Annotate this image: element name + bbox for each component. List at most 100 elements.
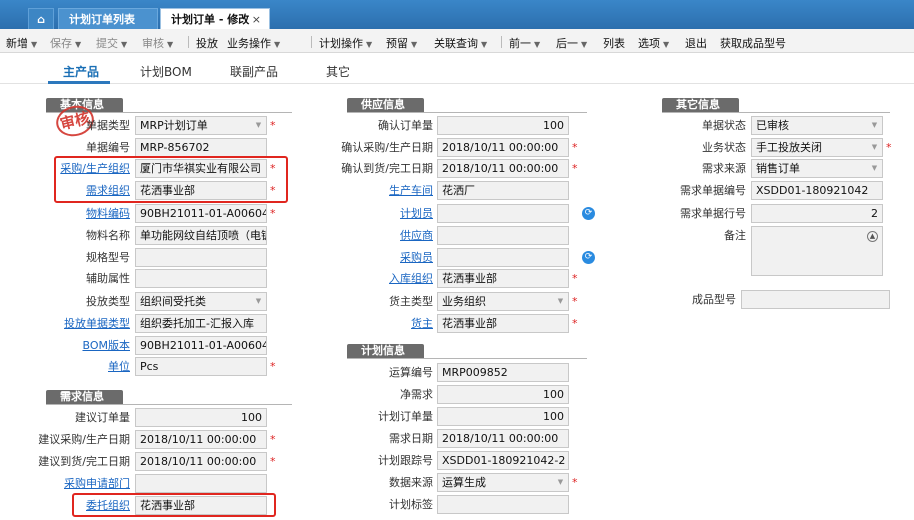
plan-tag-field[interactable] (437, 495, 569, 514)
buyer-field[interactable] (437, 248, 569, 267)
close-icon[interactable]: × (252, 9, 261, 30)
demand-date-field[interactable]: 2018/10/11 00:00:00 (437, 429, 569, 448)
new-button[interactable]: 新增 ▼ (6, 35, 37, 51)
biz-status-value: 手工投放关闭 (756, 141, 822, 154)
doc-type-select[interactable]: MRP计划订单 ▼ (135, 116, 267, 135)
workshop-link[interactable]: 生产车间 (330, 181, 433, 200)
release-doc-type-field[interactable]: 组织委托加工-汇报入库 (135, 314, 267, 333)
unit-link[interactable]: 单位 (20, 357, 130, 376)
required-mark: * (270, 455, 276, 468)
suggest-qty-label: 建议订单量 (75, 411, 130, 424)
sub-tabs: 主产品 计划BOM 联副产品 其它 (0, 54, 914, 84)
required-mark: * (270, 433, 276, 446)
list-button[interactable]: 列表 (603, 35, 625, 51)
get-product-model-button[interactable]: 获取成品型号 (720, 35, 786, 51)
tab-main-product[interactable]: 主产品 (63, 63, 99, 80)
tab-other[interactable]: 其它 (326, 63, 350, 80)
biz-status-label: 业务状态 (702, 141, 746, 154)
doc-status-select[interactable]: 已审核 ▼ (751, 116, 883, 135)
submit-button[interactable]: 提交 ▼ (96, 35, 127, 51)
suggest-start-field[interactable]: 2018/10/11 00:00:00 (135, 430, 267, 449)
tab-home[interactable]: ⌂ (28, 8, 54, 29)
exit-button[interactable]: 退出 (685, 35, 707, 51)
owner-field[interactable]: 花洒事业部 (437, 314, 569, 333)
suggest-end-field[interactable]: 2018/10/11 00:00:00 (135, 452, 267, 471)
buyer-link[interactable]: 采购员 (330, 248, 433, 267)
prev-button[interactable]: 前一 ▼ (509, 35, 540, 51)
options-label: 选项 (638, 37, 660, 50)
confirm-end-field[interactable]: 2018/10/11 00:00:00 (437, 159, 569, 178)
release-doc-type-link[interactable]: 投放单据类型 (20, 314, 130, 333)
spec-field[interactable] (135, 248, 267, 267)
material-code-field[interactable]: 90BH21011-01-A00604 (135, 204, 267, 223)
material-name-field[interactable]: 单功能网纹自结顶喷（电镀 (135, 226, 267, 245)
plan-ops-label: 计划操作 (319, 37, 363, 50)
material-code-link[interactable]: 物料编码 (20, 204, 130, 223)
required-mark: * (572, 317, 578, 330)
planner-link[interactable]: 计划员 (330, 204, 433, 223)
aux-field[interactable] (135, 269, 267, 288)
tab-co-products[interactable]: 联副产品 (230, 63, 278, 80)
confirm-end-label: 确认到货/完工日期 (341, 162, 433, 175)
req-dept-field[interactable] (135, 474, 267, 493)
owner-type-select[interactable]: 业务组织 ▼ (437, 292, 569, 311)
reserve-button[interactable]: 预留 ▼ (386, 35, 417, 51)
business-ops-button[interactable]: 业务操作 ▼ (227, 35, 280, 51)
tab-plan-order-list[interactable]: 计划订单列表 (58, 8, 158, 29)
biz-status-select[interactable]: 手工投放关闭 ▼ (751, 138, 883, 157)
next-button[interactable]: 后一 ▼ (556, 35, 587, 51)
audit-button[interactable]: 审核 ▼ (142, 35, 173, 51)
section-divider (662, 112, 890, 113)
data-source-select[interactable]: 运算生成 ▼ (437, 473, 569, 492)
suggest-qty-field[interactable]: 100 (135, 408, 267, 427)
related-query-label: 关联查询 (434, 37, 478, 50)
save-button[interactable]: 保存 ▼ (50, 35, 81, 51)
tab-edit-label: 计划订单 - 修改 (171, 13, 250, 26)
supplier-link[interactable]: 供应商 (330, 226, 433, 245)
remark-textarea[interactable]: ▲ (751, 226, 883, 276)
lookup-icon[interactable]: ⟳ (582, 207, 595, 220)
material-name-label: 物料名称 (86, 229, 130, 242)
net-demand-field[interactable]: 100 (437, 385, 569, 404)
tab-plan-order-edit[interactable]: 计划订单 - 修改 × (160, 8, 270, 29)
demand-date-label: 需求日期 (389, 432, 433, 445)
chevron-up-icon[interactable]: ▲ (867, 231, 878, 242)
confirm-start-field[interactable]: 2018/10/11 00:00:00 (437, 138, 569, 157)
home-icon: ⌂ (37, 13, 45, 26)
bom-version-field[interactable]: 90BH21011-01-A00604_V (135, 336, 267, 355)
stock-org-link[interactable]: 入库组织 (330, 269, 433, 288)
demand-doc-no-field[interactable]: XSDD01-180921042 (751, 181, 883, 200)
confirm-qty-field[interactable]: 100 (437, 116, 569, 135)
demand-source-select[interactable]: 销售订单 ▼ (751, 159, 883, 178)
unit-field[interactable]: Pcs (135, 357, 267, 376)
plan-ops-button[interactable]: 计划操作 ▼ (319, 35, 372, 51)
chevron-down-icon: ▼ (411, 40, 418, 49)
doc-no-field[interactable]: MRP-856702 (135, 138, 267, 157)
tab-plan-bom[interactable]: 计划BOM (140, 63, 192, 80)
options-button[interactable]: 选项 ▼ (638, 35, 669, 51)
track-no-field[interactable]: XSDD01-180921042-2 (437, 451, 569, 470)
required-mark: * (886, 141, 892, 154)
calc-no-field[interactable]: MRP009852 (437, 363, 569, 382)
demand-line-field[interactable]: 2 (751, 204, 883, 223)
section-divider (347, 112, 587, 113)
planner-field[interactable] (437, 204, 569, 223)
product-model-field[interactable] (741, 290, 890, 309)
workshop-field[interactable]: 花洒厂 (437, 181, 569, 200)
stock-org-field[interactable]: 花洒事业部 (437, 269, 569, 288)
lookup-icon[interactable]: ⟳ (582, 251, 595, 264)
req-dept-link[interactable]: 采购申请部门 (20, 474, 130, 493)
release-button[interactable]: 投放 (196, 35, 218, 51)
confirm-start-label: 确认采购/生产日期 (341, 141, 433, 154)
owner-link[interactable]: 货主 (330, 314, 433, 333)
calc-no-label: 运算编号 (389, 366, 433, 379)
plan-qty-label: 计划订单量 (378, 410, 433, 423)
bom-version-link[interactable]: BOM版本 (20, 336, 130, 355)
plan-qty-field[interactable]: 100 (437, 407, 569, 426)
release-type-select[interactable]: 组织间受托类 ▼ (135, 292, 267, 311)
chevron-down-icon: ▼ (557, 297, 564, 305)
net-demand-label: 净需求 (400, 388, 433, 401)
related-query-button[interactable]: 关联查询 ▼ (434, 35, 487, 51)
highlight-box-entrust (72, 493, 276, 517)
supplier-field[interactable] (437, 226, 569, 245)
